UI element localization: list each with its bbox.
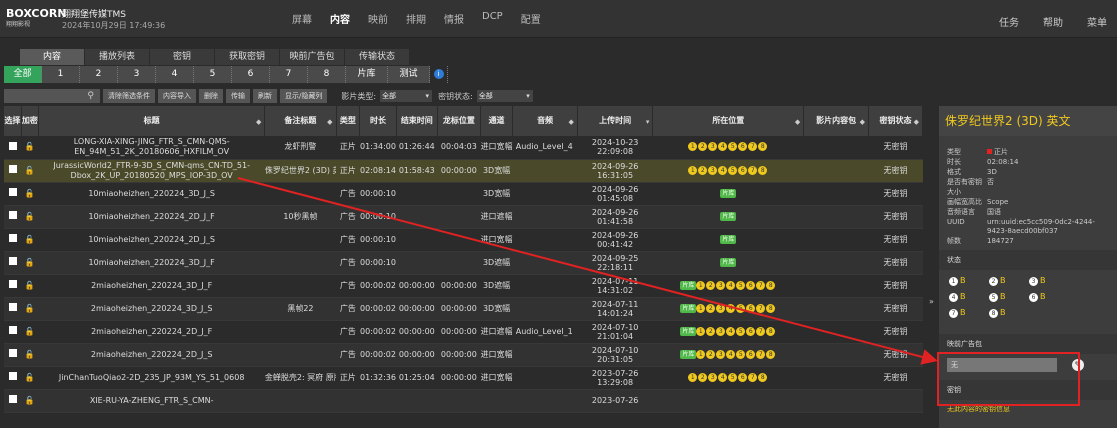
app-root: { "header": { "logo": "BOXCORN", "logo_s… [0,0,1117,428]
annotation-arrow [237,177,938,365]
